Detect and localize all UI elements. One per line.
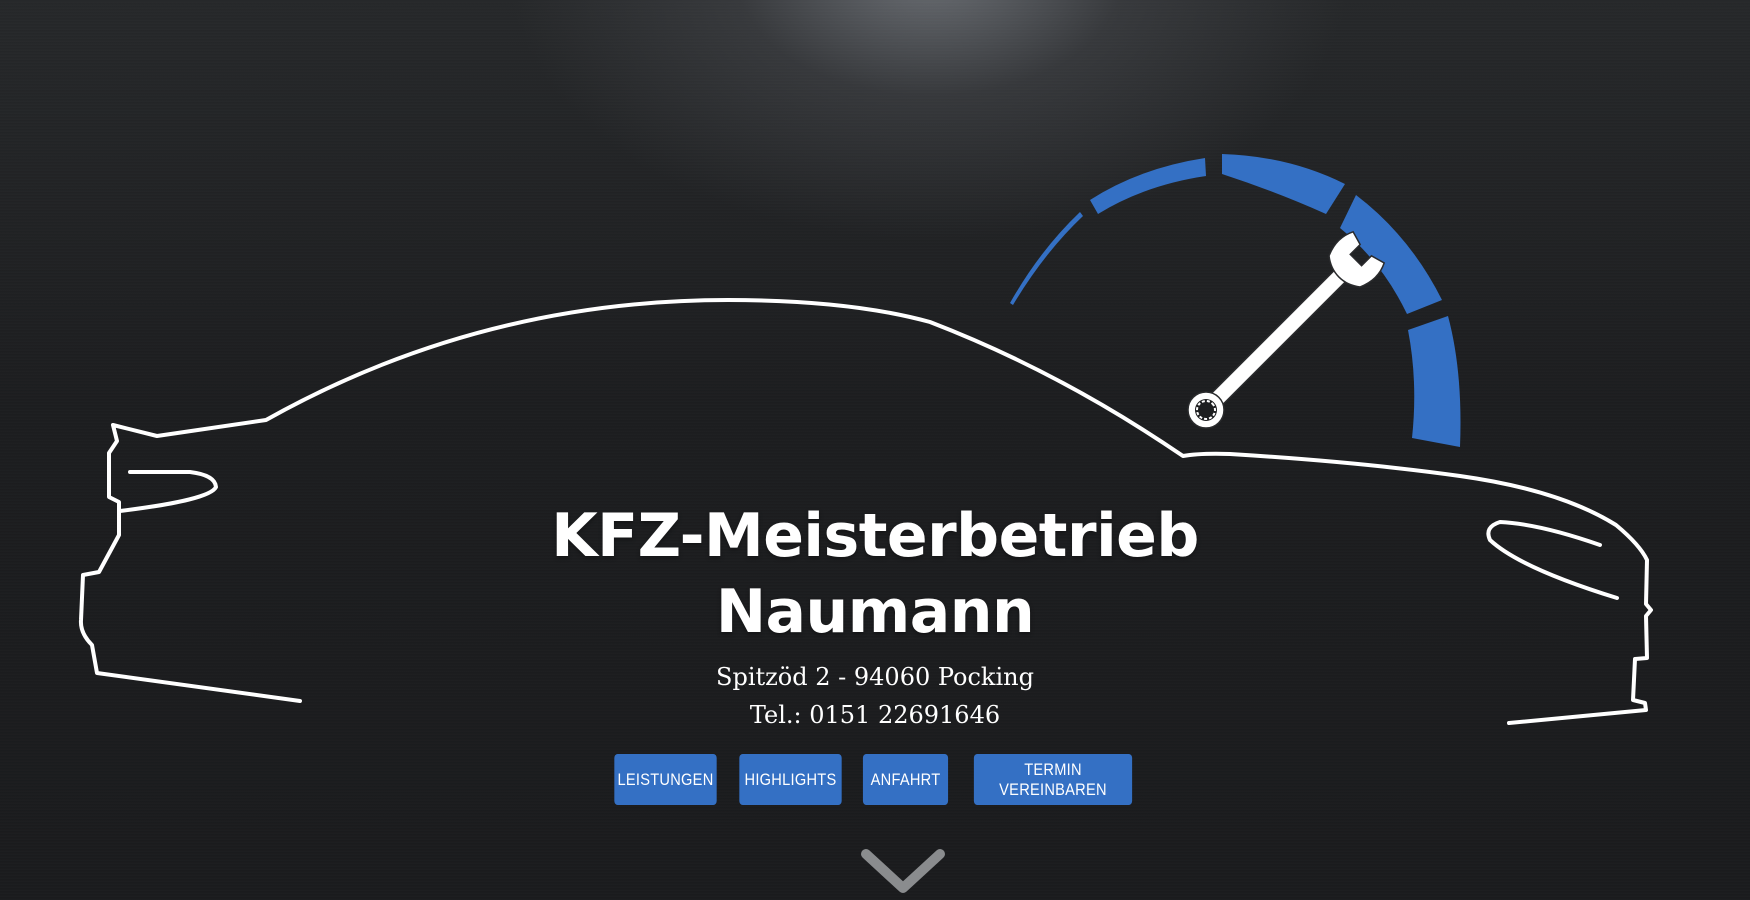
wrench-icon [1187, 230, 1386, 429]
anfahrt-button[interactable]: Anfahrt [862, 754, 948, 805]
page-title: KFZ-Meisterbetrieb Naumann [0, 498, 1750, 650]
gauge-icon [1010, 154, 1461, 447]
termin-vereinbaren-button[interactable]: Termin vereinbaren [973, 754, 1132, 805]
hero-section: KFZ-Meisterbetrieb Naumann Spitzöd 2 - 9… [0, 0, 1750, 900]
address-text: Spitzöd 2 - 94060 Pocking [716, 663, 1034, 691]
title-line-2: Naumann [715, 577, 1035, 647]
leistungen-button[interactable]: Leistungen [613, 754, 717, 805]
hero-content: KFZ-Meisterbetrieb Naumann Spitzöd 2 - 9… [0, 498, 1750, 805]
hero-nav: Leistungen Highlights Anfahrt Termin ver… [0, 754, 1750, 805]
title-line-1: KFZ-Meisterbetrieb [551, 501, 1199, 571]
chevron-down-icon[interactable] [860, 848, 946, 900]
highlights-button[interactable]: Highlights [738, 754, 842, 805]
phone-link[interactable]: Tel.: 0151 22691646 [0, 696, 1750, 734]
